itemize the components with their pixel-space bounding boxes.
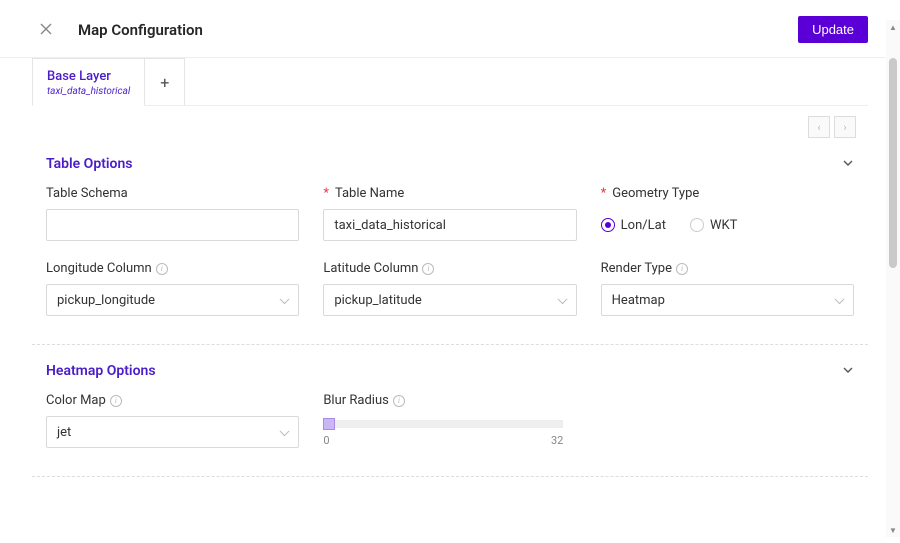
radio-wkt[interactable]: WKT [690, 218, 737, 233]
tab-base-layer-label: Base Layer [47, 69, 130, 84]
chevron-left-icon: ‹ [817, 121, 820, 134]
field-table-name: * Table Name taxi_data_historical [323, 186, 576, 241]
field-geometry-type: * Geometry Type Lon/Lat WKT [601, 186, 854, 241]
render-type-select[interactable]: Heatmap [601, 284, 854, 316]
vertical-scrollbar[interactable]: ▲ ▼ [886, 20, 900, 537]
page-title: Map Configuration [78, 21, 798, 39]
slider-range-labels: 0 32 [323, 434, 563, 447]
label-geometry-type: * Geometry Type [601, 186, 854, 201]
longitude-column-select[interactable]: pickup_longitude [46, 284, 299, 316]
table-name-input[interactable]: taxi_data_historical [323, 209, 576, 241]
section-table-options: Table Options Table Schema * Table Name [32, 138, 868, 345]
label-longitude-column: Longitude Column i [46, 261, 299, 276]
slider-track[interactable] [323, 420, 563, 428]
required-asterisk: * [323, 186, 329, 201]
label-table-name: * Table Name [323, 186, 576, 201]
label-color-map: Color Map i [46, 393, 299, 408]
latitude-column-select[interactable]: pickup_latitude [323, 284, 576, 316]
chevron-right-icon: › [843, 121, 846, 134]
tab-pager: ‹ › [32, 106, 868, 138]
info-icon[interactable]: i [393, 395, 405, 407]
chevron-down-icon [842, 364, 854, 379]
label-latitude-column: Latitude Column i [323, 261, 576, 276]
section-title-table-options: Table Options [46, 156, 842, 172]
scroll-up-arrow-icon[interactable]: ▲ [886, 20, 900, 34]
scroll-down-arrow-icon[interactable]: ▼ [886, 523, 900, 537]
slider-max: 32 [551, 434, 563, 447]
slider-thumb[interactable] [323, 418, 335, 430]
geometry-type-radio-group: Lon/Lat WKT [601, 209, 854, 241]
color-map-select[interactable]: jet [46, 416, 299, 448]
label-blur-radius: Blur Radius i [323, 393, 576, 408]
add-layer-button[interactable]: + [145, 58, 185, 105]
chevron-down-icon [842, 157, 854, 172]
field-color-map: Color Map i jet [46, 393, 299, 448]
pager-prev-button[interactable]: ‹ [808, 116, 830, 138]
radio-circle-icon [690, 218, 704, 232]
tab-base-layer-sub: taxi_data_historical [47, 86, 130, 97]
field-latitude-column: Latitude Column i pickup_latitude [323, 261, 576, 316]
field-longitude-column: Longitude Column i pickup_longitude [46, 261, 299, 316]
scrollbar-thumb[interactable] [889, 58, 897, 268]
header: Map Configuration Update [0, 0, 900, 58]
section-heatmap-options: Heatmap Options Color Map i jet Blur Rad… [32, 345, 868, 477]
slider-min: 0 [323, 434, 329, 447]
pager-next-button[interactable]: › [834, 116, 856, 138]
blur-radius-slider[interactable]: 0 32 [323, 416, 576, 447]
info-icon[interactable]: i [110, 395, 122, 407]
label-render-type: Render Type i [601, 261, 854, 276]
layer-tabs: Base Layer taxi_data_historical + [32, 58, 868, 106]
field-table-schema: Table Schema [46, 186, 299, 241]
tab-base-layer[interactable]: Base Layer taxi_data_historical [32, 58, 145, 106]
field-spacer [601, 393, 854, 448]
content: Base Layer taxi_data_historical + ‹ › Ta… [0, 58, 900, 477]
label-table-schema: Table Schema [46, 186, 299, 201]
table-schema-input[interactable] [46, 209, 299, 241]
close-icon[interactable] [40, 23, 54, 37]
info-icon[interactable]: i [676, 263, 688, 275]
section-header-heatmap-options[interactable]: Heatmap Options [46, 351, 854, 393]
field-render-type: Render Type i Heatmap [601, 261, 854, 316]
required-asterisk: * [601, 186, 607, 201]
section-title-heatmap-options: Heatmap Options [46, 363, 842, 379]
section-header-table-options[interactable]: Table Options [46, 144, 854, 186]
radio-lonlat-label: Lon/Lat [621, 218, 666, 233]
plus-icon: + [160, 73, 169, 92]
update-button[interactable]: Update [798, 16, 868, 43]
radio-circle-icon [601, 218, 615, 232]
info-icon[interactable]: i [422, 263, 434, 275]
field-blur-radius: Blur Radius i 0 32 [323, 393, 576, 448]
radio-wkt-label: WKT [710, 218, 737, 233]
info-icon[interactable]: i [156, 263, 168, 275]
radio-lonlat[interactable]: Lon/Lat [601, 218, 666, 233]
